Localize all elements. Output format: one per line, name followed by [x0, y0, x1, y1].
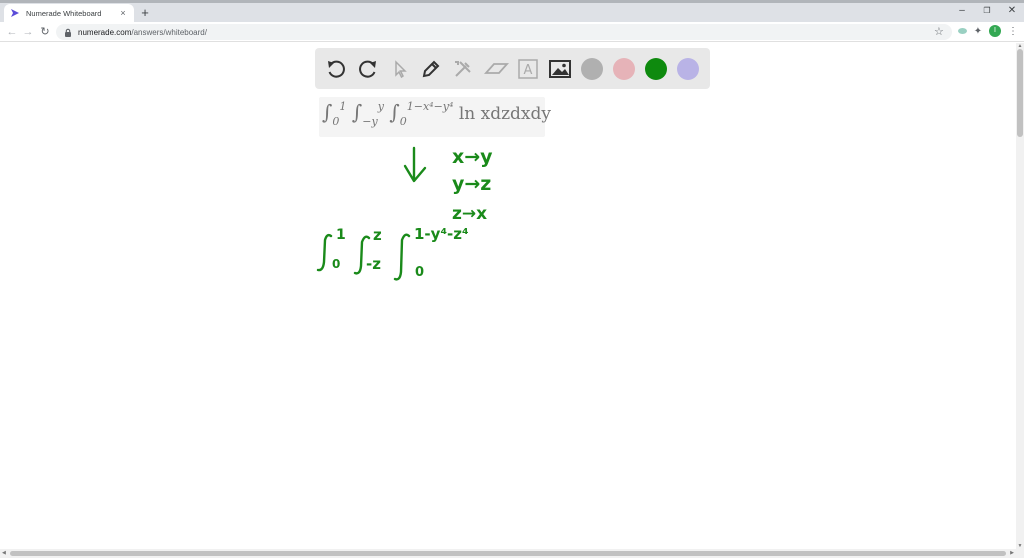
- hand-int2-lower: -z: [366, 255, 381, 273]
- down-arrow-ink: [403, 146, 427, 183]
- vertical-scroll-thumb[interactable]: [1017, 49, 1023, 137]
- horizontal-scrollbar[interactable]: ◀ ▶: [0, 549, 1024, 558]
- substitution-y-to-z: y→z: [452, 173, 492, 195]
- vertical-scrollbar[interactable]: ▲ ▼: [1016, 43, 1024, 549]
- substitution-x-to-y: x→y: [452, 146, 493, 168]
- hand-int1-lower: 0: [332, 257, 341, 271]
- hand-integral-3: [393, 233, 411, 281]
- hand-int3-upper: 1-y⁴-z⁴: [414, 225, 469, 243]
- hand-int3-lower: 0: [415, 265, 425, 280]
- substitution-z-to-x: z→x: [452, 204, 488, 224]
- hand-integral-1: [316, 233, 333, 272]
- hand-int2-upper: z: [373, 226, 382, 244]
- scroll-right-arrow-icon[interactable]: ▶: [1010, 550, 1014, 556]
- hand-int1-upper: 1: [336, 227, 346, 243]
- handwriting-layer: [316, 146, 427, 281]
- horizontal-scroll-thumb[interactable]: [10, 551, 1006, 556]
- scroll-left-arrow-icon[interactable]: ◀: [2, 550, 6, 556]
